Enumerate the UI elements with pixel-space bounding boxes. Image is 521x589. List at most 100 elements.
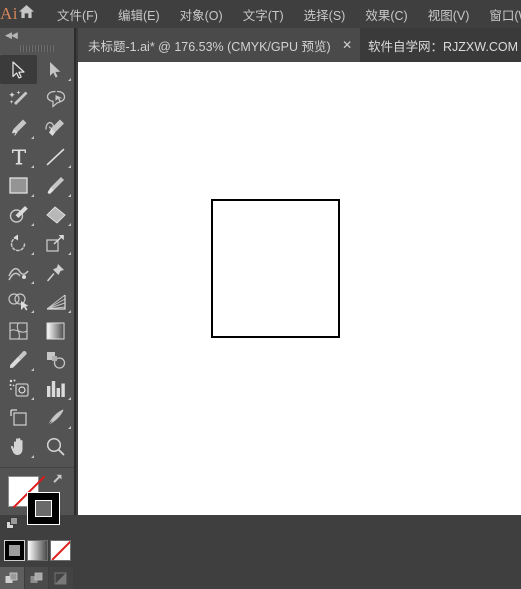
magnifier-icon [46,437,65,456]
pushpin-icon [46,263,65,282]
swap-fill-stroke-icon[interactable] [52,473,66,487]
curvature-pen-icon [45,118,66,137]
type-tool[interactable] [0,142,37,171]
color-mode-gradient[interactable] [26,540,48,561]
artboard-icon [9,408,28,427]
home-button[interactable] [18,0,35,28]
tool-flyout-indicator [31,165,34,168]
tools-panel: ◀◀ [0,28,76,589]
tool-flyout-indicator [31,368,34,371]
scale-tool[interactable] [37,229,74,258]
gradient-tool[interactable] [37,316,74,345]
mesh-tool[interactable] [0,316,37,345]
tool-flyout-indicator [68,397,71,400]
lasso-tool[interactable] [37,84,74,113]
menu-view[interactable]: 视图(V) [418,1,480,28]
tool-flyout-indicator [31,136,34,139]
eraser-tool[interactable] [37,200,74,229]
tool-grid [0,54,74,461]
tool-flyout-indicator [31,397,34,400]
tool-flyout-indicator [68,252,71,255]
draw-mode-normal[interactable] [0,567,25,589]
tool-flyout-indicator [68,194,71,197]
tool-flyout-indicator [31,455,34,458]
magic-wand-tool[interactable] [0,84,37,113]
draw-mode-inside[interactable] [49,567,75,589]
eyedropper-icon [9,350,28,369]
eyedropper-tool[interactable] [0,345,37,374]
rectangle-tool[interactable] [0,171,37,200]
tool-flyout-indicator [31,310,34,313]
shaper-icon [9,205,29,224]
menu-file[interactable]: 文件(F) [47,1,108,28]
selection-tool[interactable] [0,55,37,84]
rotate-tool[interactable] [0,229,37,258]
perspective-grid-tool[interactable] [37,287,74,316]
shape-builder-icon [8,292,29,311]
gradient-icon [46,322,65,340]
tool-flyout-indicator [31,223,34,226]
stroke-swatch-inner [35,500,52,517]
tool-flyout-indicator [31,281,34,284]
panel-drag-handle[interactable] [0,42,74,54]
menu-items: 文件(F) 编辑(E) 对象(O) 文字(T) 选择(S) 效果(C) 视图(V… [47,1,521,28]
menu-select[interactable]: 选择(S) [294,1,356,28]
menu-effect[interactable]: 效果(C) [355,1,417,28]
symbol-sprayer-tool[interactable] [0,374,37,403]
magic-wand-icon [9,90,28,108]
tool-flyout-indicator [68,165,71,168]
slice-tool[interactable] [37,403,74,432]
line-segment-tool[interactable] [37,142,74,171]
default-fill-stroke-icon[interactable] [6,517,19,530]
document-tab-label: 未标题-1.ai* @ 176.53% (CMYK/GPU 预览) [88,39,331,54]
curvature-tool[interactable] [37,113,74,142]
width-icon [8,264,29,282]
direct-selection-tool[interactable] [37,55,74,84]
column-graph-tool[interactable] [37,374,74,403]
menu-edit[interactable]: 编辑(E) [108,1,170,28]
lasso-icon [46,90,66,108]
document-tab-bar: 未标题-1.ai* @ 176.53% (CMYK/GPU 预览) ✕ 软件自学… [0,28,521,62]
tool-flyout-indicator [68,310,71,313]
color-mode-color[interactable] [3,540,25,561]
paintbrush-icon [46,176,65,195]
promo-text: 软件自学网：RJZXW.COM [368,39,518,54]
eraser-icon [45,205,66,224]
menu-object[interactable]: 对象(O) [170,1,233,28]
pen-tool[interactable] [0,113,37,142]
panel-collapse-button[interactable]: ◀◀ [0,28,74,42]
draw-mode-behind[interactable] [24,567,50,589]
type-T-icon [11,148,27,166]
tool-flyout-indicator [31,194,34,197]
scale-icon [46,234,65,253]
menu-bar: Ai 文件(F) 编辑(E) 对象(O) 文字(T) 选择(S) 效果(C) 视… [0,0,521,28]
grip-dots-icon [20,44,54,52]
color-mode-none[interactable] [49,540,71,561]
symbol-sprayer-icon [9,379,29,398]
close-icon[interactable]: ✕ [341,38,354,52]
selection-arrow-icon [11,60,26,79]
width-tool[interactable] [0,258,37,287]
rectangle-shape[interactable] [211,199,340,338]
menu-type[interactable]: 文字(T) [233,1,294,28]
menu-window[interactable]: 窗口(W) [479,1,521,28]
tool-flyout-indicator [68,78,71,81]
document-tab-active[interactable]: 未标题-1.ai* @ 176.53% (CMYK/GPU 预览) ✕ [78,28,365,62]
stroke-swatch[interactable] [27,492,60,525]
zoom-tool[interactable] [37,432,74,461]
perspective-grid-icon [46,293,66,311]
tool-flyout-indicator [31,252,34,255]
pen-nib-icon [9,118,28,137]
shape-builder-tool[interactable] [0,287,37,316]
hand-icon [10,437,28,456]
color-mode-row [0,540,74,561]
artboard-tool[interactable] [0,403,37,432]
paintbrush-tool[interactable] [37,171,74,200]
hand-tool[interactable] [0,432,37,461]
bar-chart-icon [46,380,65,398]
shaper-pencil-tool[interactable] [0,200,37,229]
document-canvas[interactable] [78,62,521,515]
blend-tool[interactable] [37,345,74,374]
free-transform-tool[interactable] [37,258,74,287]
tool-flyout-indicator [68,223,71,226]
